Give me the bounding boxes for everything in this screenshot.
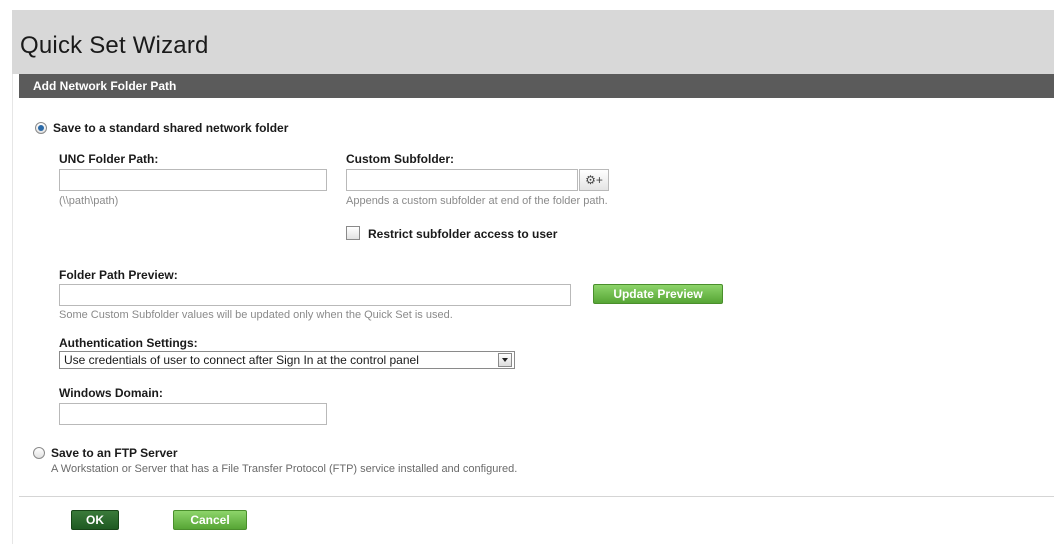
footer-divider	[19, 496, 1054, 497]
unc-folder-path-input[interactable]	[59, 169, 327, 191]
authentication-settings-value: Use credentials of user to connect after…	[64, 353, 419, 367]
restrict-subfolder-checkbox[interactable]	[346, 226, 360, 240]
unc-folder-path-label: UNC Folder Path:	[59, 152, 159, 166]
custom-subfolder-gear-button[interactable]: ⚙+	[579, 169, 609, 191]
ftp-server-description: A Workstation or Server that has a File …	[51, 463, 518, 475]
chevron-down-icon[interactable]	[498, 353, 512, 367]
windows-domain-label: Windows Domain:	[59, 386, 163, 400]
authentication-settings-select[interactable]: Use credentials of user to connect after…	[59, 351, 515, 369]
ftp-server-label[interactable]: Save to an FTP Server	[51, 446, 178, 460]
section-title: Add Network Folder Path	[19, 74, 1054, 98]
gear-plus-icon: ⚙+	[585, 173, 603, 187]
page-title: Quick Set Wizard	[20, 32, 209, 59]
windows-domain-input[interactable]	[59, 403, 327, 425]
shared-folder-radio[interactable]	[35, 122, 47, 134]
page-top-margin	[0, 0, 1054, 10]
cancel-button[interactable]: Cancel	[173, 510, 247, 530]
shared-folder-label[interactable]: Save to a standard shared network folder	[53, 121, 288, 135]
authentication-settings-label: Authentication Settings:	[59, 336, 198, 350]
wizard-content: Add Network Folder Path Save to a standa…	[12, 74, 1054, 544]
folder-path-preview-input[interactable]	[59, 284, 571, 306]
custom-subfolder-input[interactable]	[346, 169, 578, 191]
custom-subfolder-hint: Appends a custom subfolder at end of the…	[346, 195, 608, 207]
ftp-server-radio[interactable]	[33, 447, 45, 459]
restrict-subfolder-label[interactable]: Restrict subfolder access to user	[368, 227, 557, 241]
update-preview-button[interactable]: Update Preview	[593, 284, 723, 304]
folder-path-preview-label: Folder Path Preview:	[59, 268, 178, 282]
folder-path-preview-hint: Some Custom Subfolder values will be upd…	[59, 309, 453, 321]
wizard-header: Quick Set Wizard	[12, 10, 1054, 74]
unc-folder-path-hint: (\\path\path)	[59, 195, 119, 207]
ok-button[interactable]: OK	[71, 510, 119, 530]
custom-subfolder-label: Custom Subfolder:	[346, 152, 454, 166]
